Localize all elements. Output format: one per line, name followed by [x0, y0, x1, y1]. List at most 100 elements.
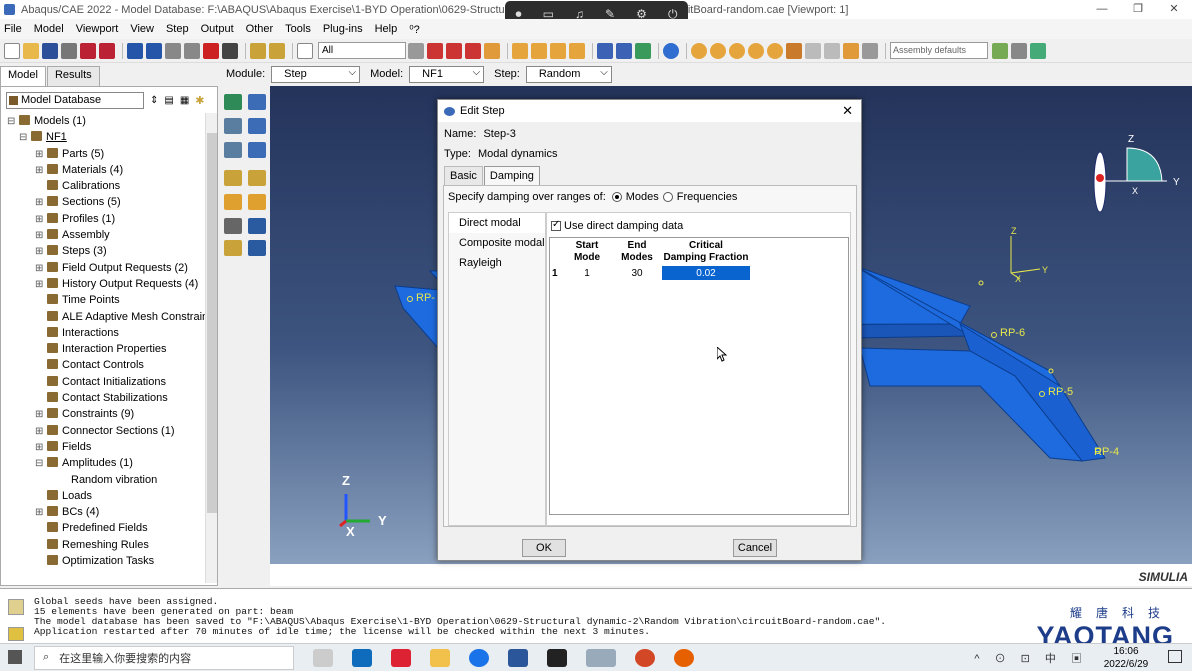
app-red-icon[interactable] — [391, 648, 411, 667]
selection-options-icon[interactable] — [408, 42, 424, 59]
menu-step[interactable]: Step — [166, 23, 189, 35]
datum-point-icon[interactable] — [224, 240, 242, 256]
auto-fit-icon[interactable] — [203, 42, 219, 59]
tree-node[interactable]: Contact Controls — [7, 357, 205, 373]
menu-plug-ins[interactable]: Plug-ins — [323, 23, 363, 35]
undo-icon[interactable] — [805, 42, 821, 59]
tree-expander-icon[interactable]: ⊞ — [35, 407, 47, 423]
create-field-output-icon[interactable] — [224, 118, 242, 134]
system-tray[interactable]: ^ ⊙ ⊡ 中 ▣ — [974, 650, 1088, 666]
datum-plane-icon[interactable] — [248, 240, 266, 256]
frequencies-radio-label[interactable]: Frequencies — [677, 191, 738, 203]
tab-basic[interactable]: Basic — [444, 166, 483, 185]
cell-start-mode[interactable]: 1 — [562, 266, 612, 280]
file-explorer-icon[interactable] — [430, 648, 450, 667]
box-zoom-icon[interactable] — [184, 42, 200, 59]
tree-node[interactable]: ⊞ Constraints (9) — [7, 406, 205, 422]
new-file-icon[interactable] — [4, 42, 20, 59]
close-button[interactable]: ✕ — [1156, 0, 1192, 19]
taskbar-search[interactable]: ⌕ 在这里输入你要搜索的内容 — [34, 645, 294, 670]
cancel-button[interactable]: Cancel — [733, 539, 777, 557]
tree-expander-icon[interactable]: ⊞ — [35, 228, 47, 244]
print-icon[interactable] — [61, 42, 77, 59]
render-wireframe-icon[interactable] — [512, 42, 528, 59]
display-group-add-icon[interactable] — [710, 42, 726, 59]
task-view-icon[interactable] — [313, 648, 333, 667]
dialog-close-icon[interactable]: ✕ — [842, 103, 853, 119]
step-manager-icon[interactable] — [248, 94, 266, 110]
tree-expander-icon[interactable]: ⊟ — [7, 114, 19, 130]
zoom-icon[interactable] — [165, 42, 181, 59]
render-shaded-icon[interactable] — [550, 42, 566, 59]
lightbulb-icon[interactable]: ✱ — [195, 94, 204, 107]
tree-expander-icon[interactable]: ⊟ — [35, 456, 47, 472]
select-polygon-icon[interactable] — [446, 42, 462, 59]
tree-node[interactable]: ⊟ Amplitudes (1) — [7, 455, 205, 471]
cell-end-mode[interactable]: 30 — [612, 266, 662, 280]
modes-radio[interactable] — [611, 192, 622, 202]
tree-node[interactable]: ⊟ NF1 — [7, 129, 205, 145]
tree-sync-icon[interactable]: ▦ — [180, 95, 189, 106]
tree-node[interactable]: ⊞ Field Output Requests (2) — [7, 260, 205, 276]
notification-icon[interactable] — [1168, 650, 1182, 663]
tree-node[interactable]: Interactions — [7, 325, 205, 341]
select-circle-icon[interactable] — [465, 42, 481, 59]
export-icon[interactable] — [80, 42, 96, 59]
cell-damping-fraction[interactable]: 0.02 — [662, 266, 750, 280]
display-group-remove-icon[interactable] — [729, 42, 745, 59]
terminal-icon[interactable] — [547, 648, 567, 667]
tree-filter-icon[interactable]: ▤ — [164, 95, 173, 106]
solver-controls-icon[interactable] — [224, 194, 242, 210]
cycle-icon[interactable] — [222, 42, 238, 59]
modes-radio-label[interactable]: Modes — [626, 191, 659, 203]
maximize-button[interactable]: ❐ — [1120, 0, 1156, 19]
menu-view[interactable]: View — [130, 23, 154, 35]
tree-node[interactable]: Remeshing Rules — [7, 537, 205, 553]
tab-model[interactable]: Model — [0, 66, 46, 86]
tree-expander-icon[interactable]: ⊞ — [35, 505, 47, 521]
solver-controls-manager-icon[interactable] — [248, 194, 266, 210]
tree-scrollbar[interactable] — [205, 113, 217, 583]
menu-file[interactable]: File — [4, 23, 22, 35]
tree-node[interactable]: ⊞ Assembly — [7, 227, 205, 243]
redo-icon[interactable] — [824, 42, 840, 59]
tree-node[interactable]: ⊞ BCs (4) — [7, 504, 205, 520]
tree-node[interactable]: Random vibration — [7, 472, 205, 488]
color-code-icon[interactable] — [992, 42, 1008, 59]
scrollbar-thumb[interactable] — [207, 133, 217, 513]
adaptive-mesh-manager-icon[interactable] — [248, 170, 266, 186]
view-front-icon[interactable] — [616, 42, 632, 59]
display-group-toggle-icon[interactable] — [767, 42, 783, 59]
create-history-output-icon[interactable] — [224, 142, 242, 158]
field-output-manager-icon[interactable] — [248, 118, 266, 134]
pan-icon[interactable] — [127, 42, 143, 59]
tree-expander-icon[interactable]: ⊟ — [19, 130, 31, 146]
word-icon[interactable] — [508, 648, 528, 667]
use-direct-damping-label[interactable]: Use direct damping data — [564, 220, 683, 232]
tree-node[interactable]: ⊞ Materials (4) — [7, 162, 205, 178]
assembly-display-options[interactable]: Assembly defaults — [890, 42, 988, 59]
rotate-icon[interactable] — [146, 42, 162, 59]
tree-expander-icon[interactable]: ⊞ — [35, 440, 47, 456]
tree-expander-icon[interactable]: ⊞ — [35, 424, 47, 440]
tree-node[interactable]: ⊞ Profiles (1) — [7, 211, 205, 227]
tree-node[interactable]: Predefined Fields — [7, 520, 205, 536]
tree-node[interactable]: Interaction Properties — [7, 341, 205, 357]
tree-node[interactable]: ⊞ Parts (5) — [7, 146, 205, 162]
tree-expander-icon[interactable]: ⊞ — [35, 244, 47, 260]
message-tab-icon[interactable] — [8, 599, 24, 615]
tree-expander-icon[interactable]: ⊞ — [35, 195, 47, 211]
tree-expander-icon[interactable]: ⊞ — [35, 261, 47, 277]
ruler-icon[interactable] — [269, 42, 285, 59]
display-group-intersect-icon[interactable] — [748, 42, 764, 59]
tree-expander-icon[interactable]: ⊞ — [35, 147, 47, 163]
database-select[interactable]: Model Database — [6, 91, 144, 109]
menu-model[interactable]: Model — [34, 23, 64, 35]
tree-node[interactable]: Time Points — [7, 292, 205, 308]
tree-node[interactable]: ⊞ Fields — [7, 439, 205, 455]
csys-icon[interactable] — [224, 218, 242, 234]
display-options-icon[interactable] — [1011, 42, 1027, 59]
render-filled-icon[interactable] — [569, 42, 585, 59]
query-icon[interactable] — [250, 42, 266, 59]
view-top-icon[interactable] — [635, 42, 651, 59]
